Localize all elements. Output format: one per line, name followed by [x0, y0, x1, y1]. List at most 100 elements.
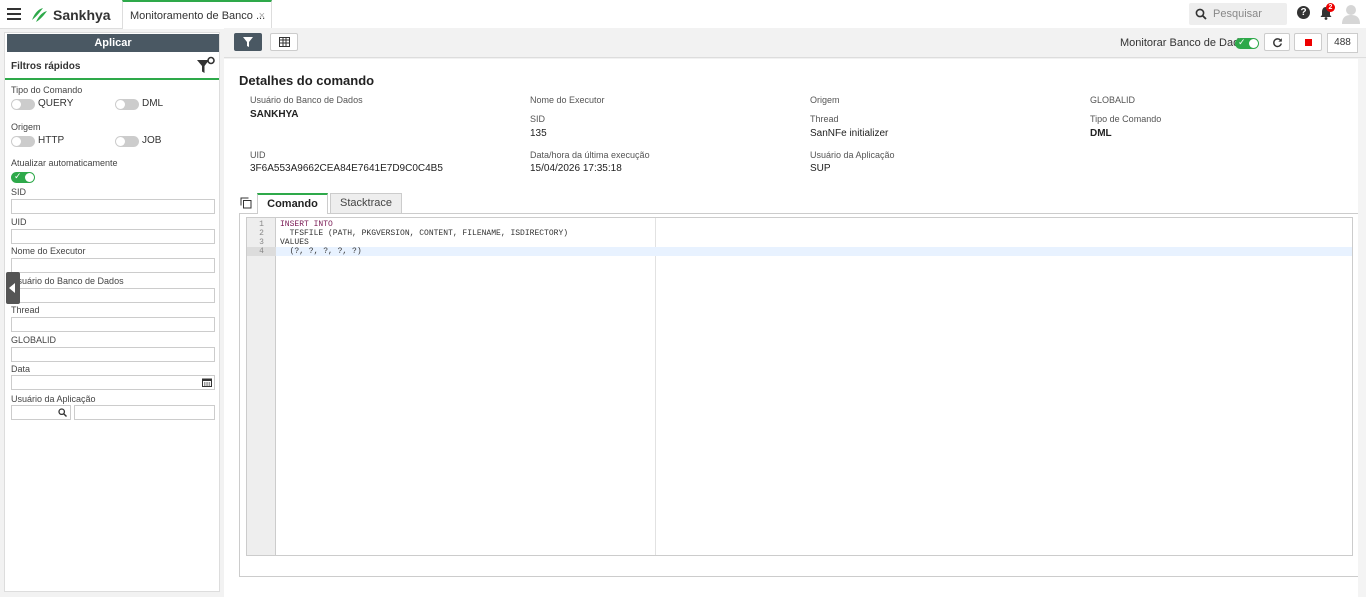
line-number: 4 — [247, 247, 276, 256]
close-icon[interactable]: × — [259, 10, 265, 22]
job-toggle[interactable] — [115, 136, 139, 147]
globalid-detail-label: GLOBALID — [1090, 95, 1136, 105]
top-bar: Sankhya Monitoramento de Banco ... × Pes… — [0, 0, 1366, 29]
thread-detail-value: SanNFe initializer — [810, 128, 889, 139]
vertical-scrollbar[interactable] — [1358, 59, 1366, 597]
monitor-db-toggle[interactable]: ✓ — [1235, 37, 1259, 49]
print-margin — [655, 218, 656, 555]
sql-editor[interactable]: 1 INSERT INTO 2 TFSFILE (PATH, PKGVERSIO… — [246, 217, 1353, 556]
line-number: 2 — [259, 229, 264, 238]
http-toggle[interactable] — [11, 136, 35, 147]
menu-icon[interactable] — [7, 8, 21, 20]
grid-icon — [279, 37, 290, 47]
thread-detail-label: Thread — [810, 114, 839, 124]
command-type-detail-value: DML — [1090, 128, 1112, 139]
thread-input[interactable] — [11, 317, 215, 332]
code-line: 1 INSERT INTO — [247, 220, 1352, 229]
thread-label: Thread — [11, 305, 40, 315]
executor-input[interactable] — [11, 258, 215, 273]
uid-input[interactable] — [11, 229, 215, 244]
executor-label: Nome do Executor — [11, 246, 86, 256]
db-user-label: Usuário do Banco de Dados — [11, 276, 124, 286]
app-user-label: Usuário da Aplicação — [11, 394, 96, 404]
quick-filters-header: Filtros rápidos — [5, 53, 219, 80]
tab-label: Monitoramento de Banco ... — [130, 9, 266, 22]
line-number-gutter — [247, 218, 276, 555]
stop-icon — [1305, 39, 1312, 46]
app-user-detail-value: SUP — [810, 163, 831, 174]
monitor-db-label: Monitorar Banco de Dados — [1120, 37, 1251, 49]
tab-stacktrace[interactable]: Stacktrace — [330, 193, 402, 213]
filter-icon — [243, 37, 253, 47]
query-label: QUERY — [38, 98, 74, 109]
auto-refresh-toggle[interactable]: ✓ — [11, 171, 35, 183]
uid-detail-label: UID — [250, 150, 266, 160]
origin-detail-label: Origem — [810, 95, 840, 105]
db-user-detail-value: SANKHYA — [250, 109, 299, 120]
copy-icon[interactable] — [240, 197, 252, 209]
code-line: 3 VALUES — [247, 238, 1352, 247]
global-search[interactable]: Pesquisar — [1189, 3, 1287, 25]
db-user-detail-label: Usuário do Banco de Dados — [250, 95, 363, 105]
check-icon: ✓ — [1238, 37, 1246, 47]
sid-label: SID — [11, 187, 27, 197]
executor-detail-label: Nome do Executor — [530, 95, 605, 105]
stop-button[interactable] — [1294, 33, 1322, 51]
sid-detail-label: SID — [530, 114, 546, 124]
tab-monitoramento[interactable]: Monitoramento de Banco ... × — [122, 0, 272, 29]
notification-badge: 2 — [1326, 3, 1335, 12]
app-user-detail-label: Usuário da Aplicação — [810, 150, 895, 160]
record-count: 488 — [1327, 33, 1358, 53]
line-number: 3 — [259, 238, 264, 247]
help-icon[interactable]: ? — [1297, 6, 1310, 19]
line-number: 1 — [259, 220, 264, 229]
filters-sidebar: Aplicar Filtros rápidos Tipo do Comando … — [4, 32, 220, 592]
auto-refresh-label: Atualizar automaticamente — [11, 158, 118, 168]
command-type-label: Tipo do Comando — [11, 85, 83, 95]
calendar-icon[interactable] — [202, 378, 212, 387]
uid-label: UID — [11, 217, 27, 227]
chevron-left-icon[interactable] — [6, 272, 20, 304]
code-text: TFSFILE (PATH, PKGVERSION, CONTENT, FILE… — [280, 229, 569, 238]
search-lookup-icon[interactable] — [58, 408, 67, 417]
brand-name: Sankhya — [53, 7, 111, 23]
check-icon: ✓ — [14, 171, 22, 181]
origin-label: Origem — [11, 122, 41, 132]
code-text: INSERT INTO — [280, 220, 333, 229]
code-line-active: 4 (?, ?, ?, ?, ?) — [247, 247, 1352, 256]
search-icon — [1195, 8, 1207, 20]
brand-logo[interactable]: Sankhya — [29, 5, 111, 25]
refresh-button[interactable] — [1264, 33, 1290, 51]
user-avatar-icon[interactable] — [1342, 4, 1360, 24]
sid-input[interactable] — [11, 199, 215, 214]
command-type-detail-label: Tipo de Comando — [1090, 114, 1162, 124]
globalid-label: GLOBALID — [11, 335, 57, 345]
date-label: Data — [11, 364, 31, 374]
filter-settings-icon[interactable] — [196, 56, 216, 76]
sankhya-logo-icon — [32, 8, 47, 22]
globalid-input[interactable] — [11, 347, 215, 362]
app-user-code-input[interactable] — [11, 405, 71, 420]
tab-comando[interactable]: Comando — [257, 193, 328, 214]
toolbar: Monitorar Banco de Dados ✓ 488 — [224, 28, 1366, 58]
dml-toggle[interactable] — [115, 99, 139, 110]
job-label: JOB — [142, 135, 162, 146]
last-exec-detail-value: 15/04/2026 17:35:18 — [530, 163, 622, 174]
refresh-icon — [1273, 38, 1282, 48]
date-input[interactable] — [11, 375, 215, 390]
search-placeholder: Pesquisar — [1213, 8, 1262, 20]
last-exec-detail-label: Data/hora da última execução — [530, 150, 650, 160]
section-title: Detalhes do comando — [239, 73, 375, 88]
apply-button[interactable]: Aplicar — [7, 34, 219, 52]
dml-label: DML — [142, 98, 164, 109]
uid-detail-value: 3F6A553A9662CEA84E7641E7D9C0C4B5 — [250, 163, 443, 174]
quick-filters-title: Filtros rápidos — [11, 61, 81, 72]
sid-detail-value: 135 — [530, 128, 547, 139]
filter-button[interactable] — [234, 33, 262, 51]
code-line: 2 TFSFILE (PATH, PKGVERSION, CONTENT, FI… — [247, 229, 1352, 238]
db-user-input[interactable] — [11, 288, 215, 303]
http-label: HTTP — [38, 135, 65, 146]
app-user-name-input[interactable] — [74, 405, 215, 420]
grid-view-button[interactable] — [270, 33, 298, 51]
query-toggle[interactable] — [11, 99, 35, 110]
